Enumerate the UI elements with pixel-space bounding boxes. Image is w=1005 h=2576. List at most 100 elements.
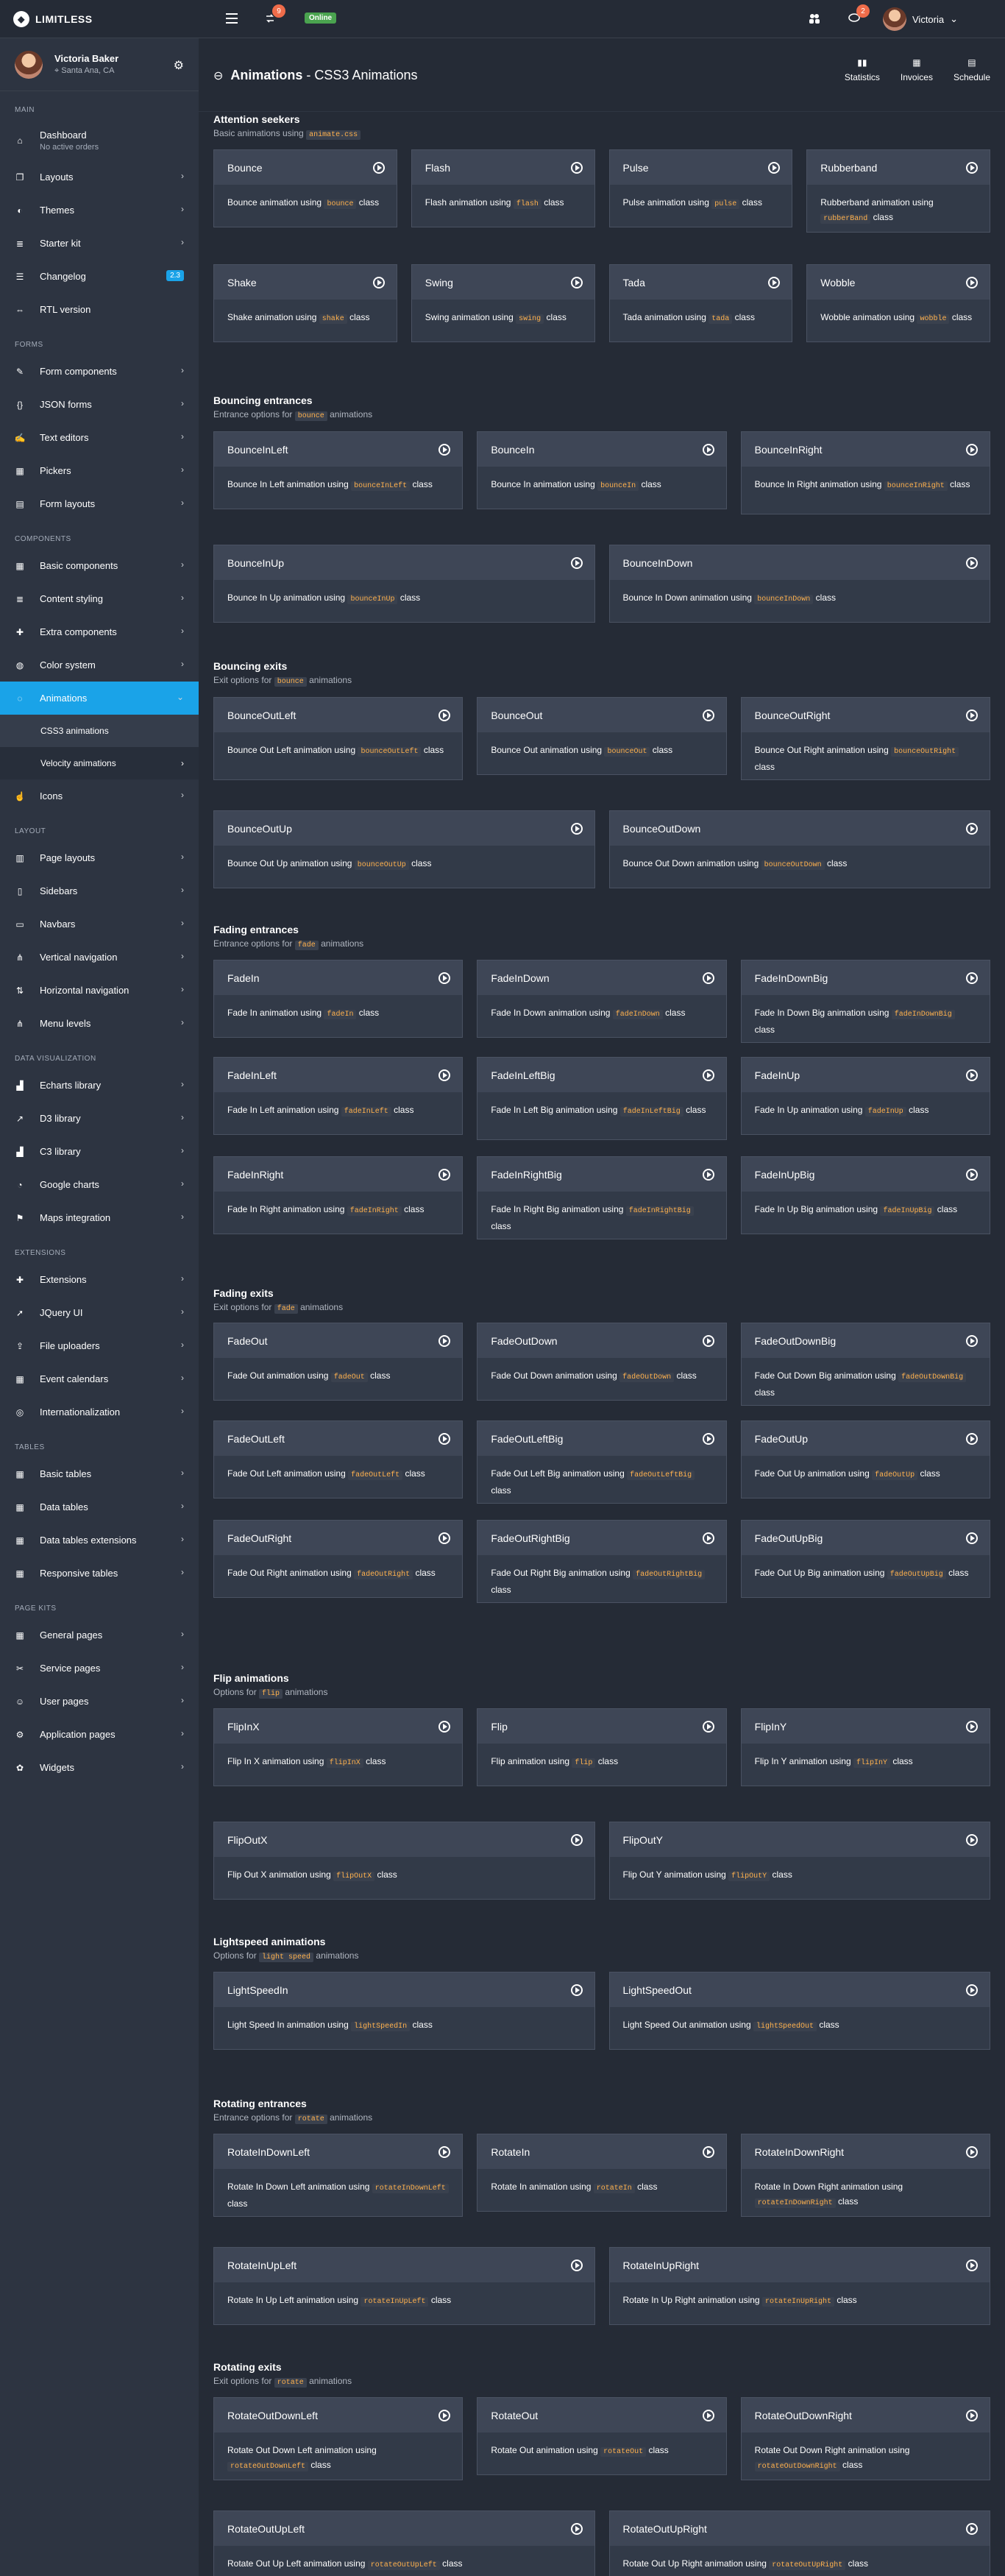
- play-icon[interactable]: [438, 443, 451, 456]
- play-icon[interactable]: [965, 1720, 978, 1733]
- play-icon[interactable]: [438, 709, 451, 721]
- sidebar-item-page-layouts[interactable]: ▥ Page layouts ›: [0, 841, 199, 874]
- play-icon[interactable]: [372, 161, 385, 174]
- sidebar-item-vertical-navigation[interactable]: ⋔ Vertical navigation ›: [0, 941, 199, 974]
- play-icon[interactable]: [702, 1720, 714, 1733]
- play-icon[interactable]: [966, 822, 978, 835]
- play-icon[interactable]: [570, 1984, 583, 1996]
- sidebar-item-file-uploaders[interactable]: ⇪ File uploaders ›: [0, 1329, 199, 1362]
- play-icon[interactable]: [965, 1432, 978, 1445]
- play-icon[interactable]: [570, 1833, 583, 1846]
- play-icon[interactable]: [372, 276, 385, 289]
- play-icon[interactable]: [702, 2145, 714, 2158]
- play-icon[interactable]: [965, 1334, 978, 1347]
- play-icon[interactable]: [438, 1532, 451, 1544]
- play-icon[interactable]: [965, 972, 978, 984]
- gear-icon[interactable]: ⚙: [174, 58, 184, 73]
- play-icon[interactable]: [438, 972, 451, 984]
- play-icon[interactable]: [702, 1168, 714, 1181]
- play-icon[interactable]: [965, 2409, 978, 2421]
- sidebar-item-themes[interactable]: ◐ Themes ›: [0, 194, 199, 227]
- sidebar-item-horizontal-navigation[interactable]: ⇅ Horizontal navigation ›: [0, 974, 199, 1007]
- play-icon[interactable]: [570, 822, 583, 835]
- play-icon[interactable]: [966, 1984, 978, 1996]
- play-icon[interactable]: [702, 972, 714, 984]
- play-icon[interactable]: [768, 276, 781, 289]
- sidebar-item-text-editors[interactable]: ✍ Text editors ›: [0, 421, 199, 454]
- sidebar-subitem[interactable]: Velocity animations ›: [0, 747, 199, 779]
- play-icon[interactable]: [965, 1532, 978, 1544]
- sidebar-item-echarts-library[interactable]: ▟ Echarts library ›: [0, 1069, 199, 1102]
- sidebar-item-dashboard[interactable]: ⌂ Dashboard No active orders: [0, 120, 199, 160]
- menu-toggle-icon[interactable]: [224, 10, 240, 26]
- sidebar-item-sidebars[interactable]: ▯ Sidebars ›: [0, 874, 199, 907]
- sidebar-item-icons[interactable]: ☝ Icons ›: [0, 779, 199, 813]
- sidebar-item-d3-library[interactable]: ↗ D3 library ›: [0, 1102, 199, 1135]
- play-icon[interactable]: [570, 276, 583, 289]
- play-icon[interactable]: [966, 276, 978, 289]
- play-icon[interactable]: [965, 709, 978, 721]
- sidebar-item-starter-kit[interactable]: ≣ Starter kit ›: [0, 227, 199, 260]
- sidebar-item-c3-library[interactable]: ▟ C3 library ›: [0, 1135, 199, 1168]
- play-icon[interactable]: [570, 2522, 583, 2535]
- play-icon[interactable]: [570, 2259, 583, 2271]
- sidebar-subitem[interactable]: CSS3 animations: [0, 715, 199, 747]
- sidebar-item-basic-components[interactable]: ▦ Basic components ›: [0, 549, 199, 582]
- sidebar-item-data-tables[interactable]: ▦ Data tables ›: [0, 1490, 199, 1524]
- play-icon[interactable]: [438, 1168, 451, 1181]
- sidebar-item-layouts[interactable]: ❐ Layouts ›: [0, 160, 199, 194]
- sidebar-item-form-layouts[interactable]: ▤ Form layouts ›: [0, 487, 199, 520]
- brand[interactable]: ◆ LIMITLESS: [13, 11, 93, 27]
- play-icon[interactable]: [438, 1432, 451, 1445]
- play-icon[interactable]: [965, 1069, 978, 1081]
- play-icon[interactable]: [966, 1833, 978, 1846]
- play-icon[interactable]: [966, 2259, 978, 2271]
- sidebar-item-json-forms[interactable]: {} JSON forms ›: [0, 388, 199, 421]
- sidebar-item-data-tables-extensions[interactable]: ▦ Data tables extensions ›: [0, 1524, 199, 1557]
- play-icon[interactable]: [702, 709, 714, 721]
- play-icon[interactable]: [438, 2409, 451, 2421]
- invoices-button[interactable]: ▦ Invoices: [901, 57, 933, 82]
- sidebar-item-google-charts[interactable]: ◔ Google charts ›: [0, 1168, 199, 1201]
- play-icon[interactable]: [965, 1168, 978, 1181]
- play-icon[interactable]: [702, 1069, 714, 1081]
- play-icon[interactable]: [702, 1532, 714, 1544]
- sidebar-item-animations[interactable]: ◌ Animations ⌄: [0, 682, 199, 715]
- play-icon[interactable]: [965, 2145, 978, 2158]
- play-icon[interactable]: [438, 1069, 451, 1081]
- sync-icon[interactable]: 9: [262, 4, 285, 26]
- sidebar-item-extra-components[interactable]: ✚ Extra components ›: [0, 615, 199, 648]
- play-icon[interactable]: [966, 556, 978, 569]
- play-icon[interactable]: [702, 2409, 714, 2421]
- users-icon[interactable]: [806, 10, 823, 26]
- play-icon[interactable]: [438, 2145, 451, 2158]
- sidebar-item-content-styling[interactable]: ≣ Content styling ›: [0, 582, 199, 615]
- sidebar-item-color-system[interactable]: ◍ Color system ›: [0, 648, 199, 682]
- sidebar-item-pickers[interactable]: ▦ Pickers ›: [0, 454, 199, 487]
- play-icon[interactable]: [768, 161, 781, 174]
- sidebar-item-basic-tables[interactable]: ▦ Basic tables ›: [0, 1457, 199, 1490]
- user-menu[interactable]: Victoria ⌄: [883, 7, 958, 31]
- sidebar-item-general-pages[interactable]: ▦ General pages ›: [0, 1618, 199, 1652]
- sidebar-item-menu-levels[interactable]: ⋔ Menu levels ›: [0, 1007, 199, 1040]
- sidebar-item-responsive-tables[interactable]: ▦ Responsive tables ›: [0, 1557, 199, 1590]
- sidebar-item-jquery-ui[interactable]: ➚ JQuery UI ›: [0, 1296, 199, 1329]
- play-icon[interactable]: [438, 1720, 451, 1733]
- play-icon[interactable]: [570, 161, 583, 174]
- sidebar-item-event-calendars[interactable]: ▦ Event calendars ›: [0, 1362, 199, 1395]
- sidebar-item-rtl-version[interactable]: ⇔ RTL version: [0, 293, 199, 326]
- sidebar-item-widgets[interactable]: ✿ Widgets ›: [0, 1751, 199, 1784]
- play-icon[interactable]: [702, 1432, 714, 1445]
- messages-icon[interactable]: 2: [846, 4, 870, 26]
- sidebar-item-internationalization[interactable]: ◎ Internationalization ›: [0, 1395, 199, 1429]
- play-icon[interactable]: [966, 161, 978, 174]
- back-arrow-icon[interactable]: ⊖: [213, 68, 223, 83]
- play-icon[interactable]: [965, 443, 978, 456]
- sidebar-item-extensions[interactable]: ✚ Extensions ›: [0, 1263, 199, 1296]
- sidebar-item-user-pages[interactable]: ☺ User pages ›: [0, 1685, 199, 1718]
- statistics-button[interactable]: ▮▮ Statistics: [845, 57, 880, 82]
- play-icon[interactable]: [702, 443, 714, 456]
- sidebar-item-changelog[interactable]: ☰ Changelog 2.3: [0, 260, 199, 293]
- play-icon[interactable]: [966, 2522, 978, 2535]
- play-icon[interactable]: [702, 1334, 714, 1347]
